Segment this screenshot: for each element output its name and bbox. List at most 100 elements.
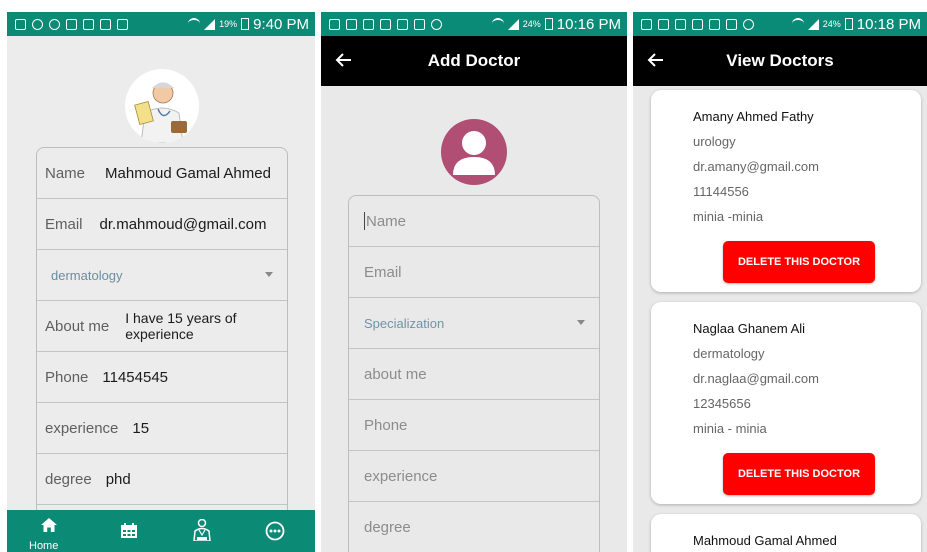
doctor-card: Naglaa Ghanem Ali dermatology dr.naglaa@… bbox=[651, 302, 921, 504]
home-icon bbox=[41, 518, 57, 532]
add-doctor-screen: 24% 10:16 PM Add Doctor Name Email Speci… bbox=[321, 12, 627, 552]
email-placeholder: Email bbox=[364, 263, 402, 281]
doctor-illustration-icon bbox=[125, 69, 199, 143]
email-row: Email dr.mahmoud@gmail.com bbox=[37, 199, 287, 250]
phone-icon bbox=[414, 18, 425, 30]
gallery-icon bbox=[658, 18, 669, 30]
status-time: 10:18 PM bbox=[856, 15, 921, 33]
email-input[interactable]: Email bbox=[349, 247, 599, 298]
experience-label: experience bbox=[45, 419, 119, 437]
notification-icons bbox=[7, 18, 128, 30]
phone-input[interactable]: Phone bbox=[349, 400, 599, 451]
experience-row: experience 15 bbox=[37, 403, 287, 454]
battery-percent: 24% bbox=[822, 19, 841, 29]
experience-placeholder: experience bbox=[364, 467, 438, 485]
chat-icon bbox=[32, 18, 43, 30]
add-doctor-form: Name Email Specialization about me Phone… bbox=[348, 195, 600, 552]
whatsapp-icon bbox=[49, 18, 60, 30]
battery-icon bbox=[241, 18, 250, 30]
name-label: Name bbox=[45, 164, 86, 182]
profile-details-card: Name Mahmoud Gamal Ahmed Email dr.mahmou… bbox=[36, 147, 288, 552]
about-input[interactable]: about me bbox=[349, 349, 599, 400]
status-bar: 24% 10:18 PM bbox=[633, 12, 927, 36]
signal-icon bbox=[807, 18, 819, 30]
battery-percent: 24% bbox=[522, 19, 541, 29]
gallery-icon bbox=[346, 18, 357, 30]
doctor-email: dr.amany@gmail.com bbox=[693, 159, 819, 174]
doctor-card: Amany Ahmed Fathy urology dr.amany@gmail… bbox=[651, 90, 921, 292]
phone-icon bbox=[726, 18, 737, 30]
vpn-icon bbox=[431, 18, 442, 30]
dropdown-arrow-icon bbox=[577, 320, 585, 325]
doctor-phone: 11144556 bbox=[693, 184, 749, 199]
signal-icon bbox=[507, 18, 519, 30]
vpn-icon bbox=[743, 18, 754, 30]
nav-home-label: Home bbox=[29, 540, 59, 552]
delete-doctor-button[interactable]: DELETE THIS DOCTOR bbox=[723, 241, 875, 283]
doctor-specialization: dermatology bbox=[693, 346, 765, 361]
experience-value: 15 bbox=[132, 419, 150, 437]
doctor-card: Mahmoud Gamal Ahmed bbox=[651, 514, 921, 552]
degree-input[interactable]: degree bbox=[349, 502, 599, 552]
nav-doctor[interactable] bbox=[192, 516, 224, 546]
person-icon bbox=[453, 131, 495, 175]
doctor-phone: 12345656 bbox=[693, 396, 751, 411]
about-label: About me bbox=[45, 317, 110, 335]
trash-icon bbox=[692, 18, 703, 30]
delete-doctor-button[interactable]: DELETE THIS DOCTOR bbox=[723, 453, 875, 495]
message-icon bbox=[15, 18, 26, 30]
lock-icon bbox=[709, 18, 720, 30]
page-title: Add Doctor bbox=[427, 51, 521, 70]
wifi-icon bbox=[491, 18, 504, 30]
clean-icon bbox=[66, 18, 77, 30]
status-bar: 19% 9:40 PM bbox=[7, 12, 315, 36]
degree-label: degree bbox=[45, 470, 92, 488]
name-value: Mahmoud Gamal Ahmed bbox=[105, 164, 271, 182]
nav-home[interactable]: Home bbox=[29, 516, 67, 552]
notification-icons bbox=[633, 18, 754, 30]
email-label: Email bbox=[45, 215, 83, 233]
name-row: Name Mahmoud Gamal Ahmed bbox=[37, 148, 287, 199]
nav-more[interactable] bbox=[265, 516, 297, 546]
phone-icon bbox=[117, 18, 128, 30]
message-icon bbox=[329, 18, 340, 30]
email-value: dr.mahmoud@gmail.com bbox=[99, 215, 267, 233]
phone-label: Phone bbox=[45, 368, 89, 386]
about-value: I have 15 years of experience bbox=[125, 310, 237, 342]
clean-icon bbox=[363, 18, 374, 30]
specialization-row[interactable]: dermatology bbox=[37, 250, 287, 301]
page-title: View Doctors bbox=[726, 51, 834, 70]
battery-icon bbox=[544, 18, 553, 30]
battery-icon bbox=[844, 18, 853, 30]
doctor-icon bbox=[193, 519, 211, 541]
doctor-address: minia - minia bbox=[693, 421, 767, 436]
degree-row: degree phd bbox=[37, 454, 287, 505]
experience-input[interactable]: experience bbox=[349, 451, 599, 502]
dropdown-arrow-icon bbox=[265, 272, 273, 277]
clean-icon bbox=[675, 18, 686, 30]
specialization-placeholder: Specialization bbox=[364, 315, 445, 331]
specialization-dropdown[interactable]: Specialization bbox=[349, 298, 599, 349]
more-options-icon bbox=[265, 521, 285, 541]
doctor-avatar[interactable] bbox=[125, 69, 199, 143]
name-input[interactable]: Name bbox=[349, 196, 599, 247]
battery-percent: 19% bbox=[219, 19, 238, 29]
add-photo-avatar[interactable] bbox=[441, 119, 507, 185]
doctor-name: Mahmoud Gamal Ahmed bbox=[693, 533, 837, 548]
signal-icon bbox=[204, 18, 216, 30]
lock-icon bbox=[100, 18, 111, 30]
specialization-value: dermatology bbox=[51, 267, 123, 283]
wifi-icon bbox=[188, 18, 201, 30]
doctor-address: minia -minia bbox=[693, 209, 764, 224]
back-arrow-icon[interactable] bbox=[333, 49, 355, 71]
phone-row: Phone 11454545 bbox=[37, 352, 287, 403]
back-arrow-icon[interactable] bbox=[645, 49, 667, 71]
doctor-name: Amany Ahmed Fathy bbox=[693, 109, 814, 124]
degree-placeholder: degree bbox=[364, 518, 411, 536]
lock-icon bbox=[397, 18, 408, 30]
status-bar: 24% 10:16 PM bbox=[321, 12, 627, 36]
calendar-icon bbox=[121, 523, 137, 538]
nav-appointments[interactable] bbox=[119, 516, 151, 546]
trash-icon bbox=[380, 18, 391, 30]
name-placeholder: Name bbox=[366, 212, 407, 230]
